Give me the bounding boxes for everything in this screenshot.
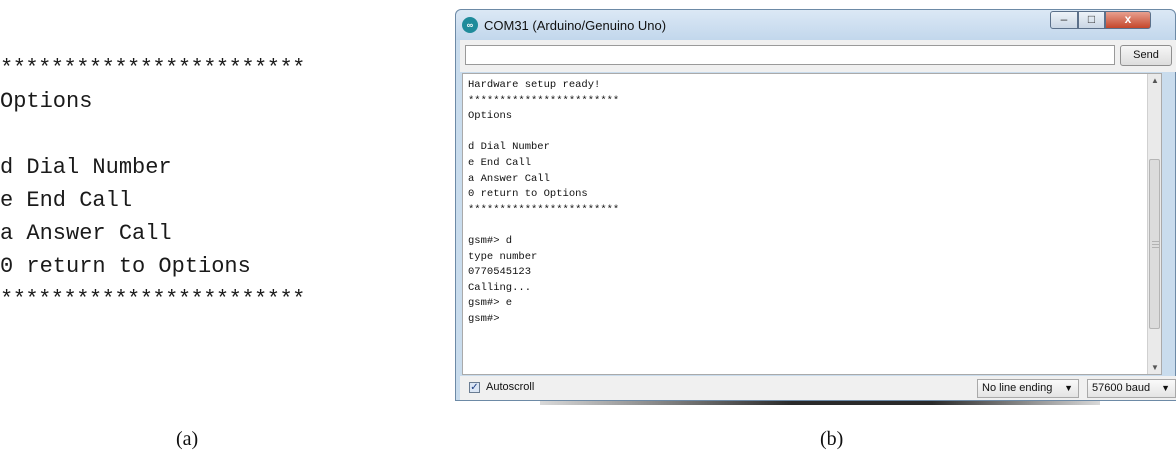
option-answer-call: a Answer Call xyxy=(0,221,172,246)
send-button[interactable]: Send xyxy=(1120,45,1172,66)
options-heading: Options xyxy=(0,89,93,114)
output-line: gsm#> e xyxy=(468,297,513,310)
serial-output-lines: Hardware setup ready! ******************… xyxy=(468,78,619,328)
title-bar[interactable]: ∞ COM31 (Arduino/Genuino Uno) – □ x xyxy=(456,10,1175,40)
output-line: ************************ xyxy=(468,203,620,216)
close-button[interactable]: x xyxy=(1105,11,1151,29)
line-ending-value: No line ending xyxy=(982,382,1053,394)
grip-icon: — — — xyxy=(1152,238,1159,251)
serial-send-input[interactable] xyxy=(465,45,1115,65)
output-line: d Dial Number xyxy=(468,141,550,154)
output-line: 0770545123 xyxy=(468,266,532,279)
maximize-button[interactable]: □ xyxy=(1078,11,1105,29)
option-return-to-options: 0 return to Options xyxy=(0,254,251,279)
window-shadow xyxy=(540,401,1100,405)
autoscroll-label[interactable]: Autoscroll xyxy=(486,381,534,393)
scrollbar-thumb[interactable]: — — — xyxy=(1149,159,1160,329)
bottom-bar: ✓ Autoscroll No line ending ▼ 57600 baud… xyxy=(460,376,1176,400)
caption-b: (b) xyxy=(820,428,844,450)
output-line: Calling... xyxy=(468,281,532,294)
output-line: Hardware setup ready! xyxy=(468,79,601,91)
option-dial-number: d Dial Number xyxy=(0,155,172,180)
autoscroll-checkbox[interactable]: ✓ xyxy=(469,382,480,393)
separator-line: ************************ xyxy=(0,287,305,312)
minimize-button[interactable]: – xyxy=(1050,11,1078,29)
scroll-up-icon[interactable]: ▲ xyxy=(1151,76,1159,85)
output-line: Options xyxy=(468,110,513,123)
chevron-down-icon: ▼ xyxy=(1064,383,1073,393)
baud-rate-select[interactable]: 57600 baud ▼ xyxy=(1087,379,1176,398)
option-end-call: e End Call xyxy=(0,188,133,213)
serial-monitor-window: ∞ COM31 (Arduino/Genuino Uno) – □ x Send… xyxy=(455,9,1176,401)
send-toolbar: Send xyxy=(460,40,1176,72)
output-line: type number xyxy=(468,250,538,263)
chevron-down-icon: ▼ xyxy=(1161,383,1170,393)
serial-output-area[interactable]: Hardware setup ready! ******************… xyxy=(462,73,1162,375)
separator-line: ************************ xyxy=(0,56,305,81)
output-line: gsm#> xyxy=(468,312,500,325)
vertical-scrollbar[interactable]: ▲ — — — ▼ xyxy=(1147,74,1161,374)
arduino-icon: ∞ xyxy=(462,17,478,33)
output-line: a Answer Call xyxy=(468,172,550,185)
scroll-down-icon[interactable]: ▼ xyxy=(1151,363,1159,372)
line-ending-select[interactable]: No line ending ▼ xyxy=(977,379,1079,398)
output-line: e End Call xyxy=(468,156,532,169)
baud-rate-value: 57600 baud xyxy=(1092,382,1151,394)
output-line: gsm#> d xyxy=(468,234,513,247)
window-title: COM31 (Arduino/Genuino Uno) xyxy=(484,18,667,33)
output-line: 0 return to Options xyxy=(468,188,588,201)
caption-a: (a) xyxy=(176,428,199,450)
output-line: ************************ xyxy=(468,94,620,107)
zoomed-serial-output: ************************ Options d Dial … xyxy=(0,52,430,316)
